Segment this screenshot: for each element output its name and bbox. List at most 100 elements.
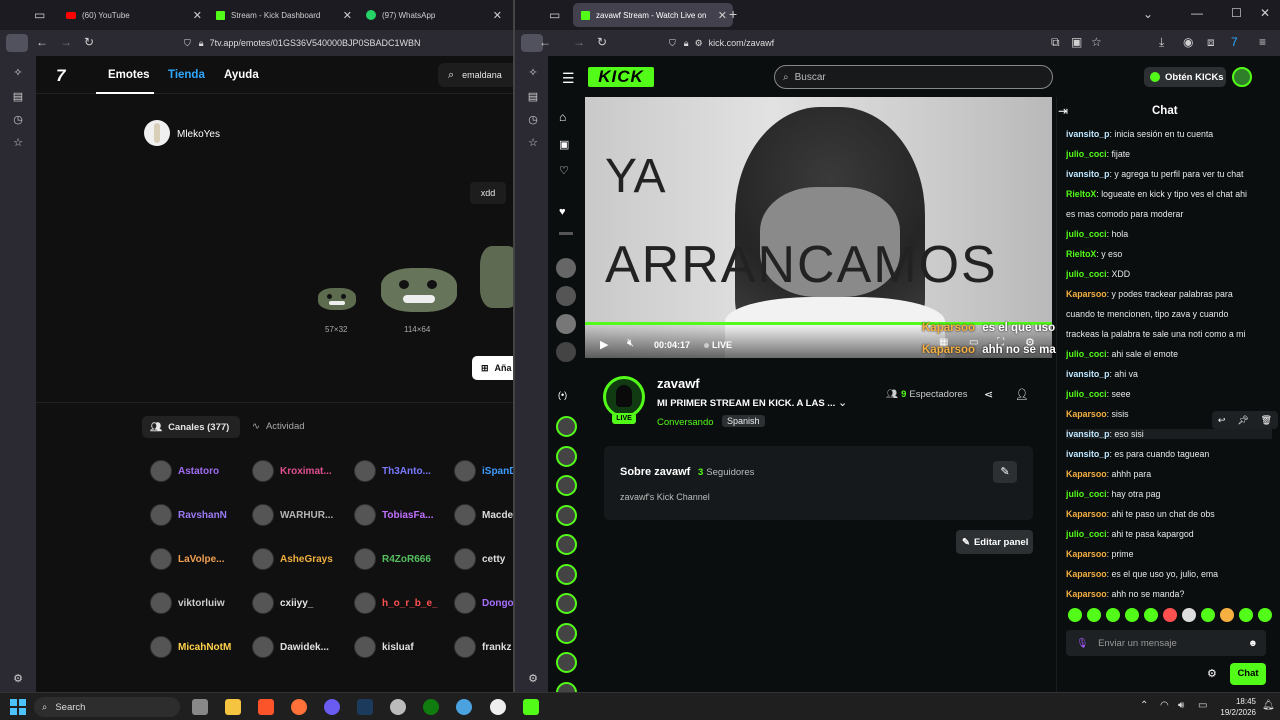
chat-username[interactable]: julio_coci <box>1066 489 1107 499</box>
close-tab-icon[interactable]: ✕ <box>343 9 352 22</box>
battery-icon[interactable]: ▭ <box>1198 700 1207 711</box>
edit-panel-button[interactable]: ✎ Editar panel <box>956 530 1033 554</box>
tab-kick-dashboard[interactable]: Stream - Kick Dashboard ✕ <box>208 0 358 30</box>
recommended-channel-avatar[interactable] <box>556 652 577 673</box>
extensions-icon[interactable]: ⧈ <box>1207 35 1215 50</box>
following-heart-icon[interactable]: ♡ <box>559 164 569 177</box>
forward-icon[interactable]: → <box>573 35 585 49</box>
chat-message[interactable]: Kaparsoo: prime <box>1066 549 1272 559</box>
screenshot-icon[interactable]: ⧉ <box>1051 35 1060 50</box>
language-tag[interactable]: Spanish <box>722 415 765 427</box>
chat-message[interactable]: Kaparsoo: ahh no se manda? <box>1066 589 1272 599</box>
channel-avatar[interactable] <box>603 376 645 418</box>
chat-username[interactable]: RieltoX <box>1066 189 1096 199</box>
right-url-bar[interactable]: ⛉ 🔒︎ ⚙ kick.com/zavawf <box>669 33 1089 53</box>
chat-username[interactable]: julio_coci <box>1066 349 1107 359</box>
downloads-icon[interactable]: ⤓ <box>1159 35 1164 50</box>
channel-item[interactable]: Dawidek... <box>252 636 329 658</box>
play-icon[interactable]: ▶ <box>600 338 608 351</box>
tray-chevron-icon[interactable]: ⌃ <box>1140 700 1148 711</box>
nav-tienda[interactable]: Tienda <box>168 69 205 81</box>
chat-message[interactable]: julio_coci: ahi sale el emote <box>1066 349 1272 359</box>
file-explorer-icon[interactable] <box>225 699 241 715</box>
task-view-icon[interactable] <box>192 699 208 715</box>
chat-username[interactable]: Kaparsoo <box>1066 589 1107 599</box>
home-icon[interactable]: ⌂ <box>559 110 566 124</box>
ai-sparkle-icon[interactable]: ✧ <box>11 66 25 80</box>
pin-icon[interactable]: 📌︎ <box>1237 415 1248 426</box>
seventv-logo-icon[interactable]: 7 <box>56 66 65 86</box>
brave-icon[interactable] <box>258 699 274 715</box>
chat-message[interactable]: Kaparsoo: ahhh para <box>1066 469 1272 479</box>
firefox-icon[interactable] <box>291 699 307 715</box>
close-window-icon[interactable]: ✕ <box>1260 6 1270 20</box>
share-icon[interactable]: ⋖ <box>984 388 993 401</box>
emoji-picker-icon[interactable]: ☻ <box>1248 638 1258 649</box>
edit-about-button[interactable]: ✎ <box>993 461 1017 483</box>
new-tab-button[interactable]: + <box>729 6 737 22</box>
quick-emote-icon[interactable] <box>1258 608 1272 622</box>
chat-username[interactable]: ivansito_p <box>1066 169 1110 179</box>
chat-settings-icon[interactable]: ⚙ <box>1207 667 1217 680</box>
chat-username[interactable]: Kaparsoo <box>1066 549 1107 559</box>
channel-item[interactable]: RavshanN <box>150 504 227 526</box>
collapse-chat-icon[interactable]: ⇥ <box>1058 104 1068 118</box>
kick-search-input[interactable]: ⌕ Buscar <box>774 65 1053 89</box>
emote-search-input[interactable]: ⌕ emaldana <box>438 63 513 87</box>
recommended-channel-avatar[interactable] <box>556 416 577 437</box>
followed-channel-avatar[interactable] <box>556 286 576 306</box>
chat-message[interactable]: julio_coci: hay otra pag <box>1066 489 1272 499</box>
recommended-channel-avatar[interactable] <box>556 534 577 555</box>
settings-gear-icon[interactable]: ⚙ <box>526 672 540 686</box>
video-player[interactable]: YA ARRANCAMOS ▶ 🔇︎ 00:04:17 LIVE ▦ ▭ ⛶ ⚙ <box>585 97 1052 358</box>
forward-icon[interactable]: → <box>60 35 72 49</box>
chat-message[interactable]: julio_coci: hola <box>1066 229 1272 239</box>
channel-name[interactable]: zavawf <box>657 376 700 391</box>
channel-item[interactable]: R4ZoR666 <box>354 548 431 570</box>
send-chat-button[interactable]: Chat <box>1230 663 1266 685</box>
owner-name[interactable]: MlekoYes <box>177 129 220 140</box>
back-icon[interactable]: ← <box>539 35 551 49</box>
channel-item[interactable]: kisluaf <box>354 636 414 658</box>
delete-icon[interactable]: 🗑︎ <box>1261 415 1272 426</box>
chat-message[interactable]: ivansito_p: ahi va <box>1066 369 1272 379</box>
chat-message[interactable]: Kaparsoo: y podes trackear palabras para <box>1066 289 1272 299</box>
recommended-channel-avatar[interactable] <box>556 475 577 496</box>
chat-message[interactable]: ivansito_p: eso sisi <box>1066 429 1272 439</box>
chat-message[interactable]: cuando te mencionen, tipo zava y cuando <box>1066 309 1272 319</box>
volume-icon[interactable]: 🔊︎ <box>1178 700 1184 711</box>
settings-app-icon[interactable] <box>456 699 472 715</box>
pocket-icon[interactable]: ▣ <box>1071 35 1082 49</box>
sidebar-toggle-icon[interactable] <box>6 34 28 52</box>
emote-tag[interactable]: xdd <box>470 182 506 204</box>
star-icon[interactable]: ☆ <box>526 136 540 150</box>
chat-message[interactable]: julio_coci: ahi te pasa kapargod <box>1066 529 1272 539</box>
chat-username[interactable]: Kaparsoo <box>1066 409 1107 419</box>
channel-item[interactable]: Macde <box>454 504 513 526</box>
chat-username[interactable]: ivansito_p <box>1066 429 1110 439</box>
user-avatar[interactable] <box>1232 67 1252 87</box>
tab-kick-stream[interactable]: zavawf Stream - Watch Live on ✕ <box>573 3 733 27</box>
chat-username[interactable]: Kaparsoo <box>1066 509 1107 519</box>
chat-message[interactable]: Kaparsoo: ahi te paso un chat de obs <box>1066 509 1272 519</box>
chat-message[interactable]: ivansito_p: es para cuando taguean <box>1066 449 1272 459</box>
chat-message[interactable]: ivansito_p: y agrega tu perfil para ver … <box>1066 169 1272 179</box>
chat-username[interactable]: julio_coci <box>1066 269 1107 279</box>
chat-username[interactable]: julio_coci <box>1066 149 1107 159</box>
obs-icon[interactable] <box>390 699 406 715</box>
recommended-channel-avatar[interactable] <box>556 504 577 526</box>
followed-channel-avatar[interactable] <box>556 258 576 278</box>
channel-item[interactable]: frankz <box>454 636 511 658</box>
minimize-icon[interactable]: — <box>1191 6 1203 20</box>
recommended-channel-avatar[interactable] <box>556 563 577 585</box>
channel-item[interactable]: h_o_r_b_e_ <box>354 592 438 614</box>
hamburger-menu-icon[interactable]: ☰ <box>562 70 575 87</box>
maximize-icon[interactable]: ☐ <box>1231 6 1242 20</box>
quick-emote-icon[interactable] <box>1087 608 1101 622</box>
quick-emote-icon[interactable] <box>1201 608 1215 622</box>
bookmarks-icon[interactable]: ▤ <box>526 90 540 104</box>
chat-message[interactable]: es mas comodo para moderar <box>1066 209 1272 219</box>
chat-username[interactable]: ivansito_p <box>1066 449 1110 459</box>
xbox-icon[interactable] <box>423 699 439 715</box>
quick-emote-icon[interactable] <box>1144 608 1158 622</box>
